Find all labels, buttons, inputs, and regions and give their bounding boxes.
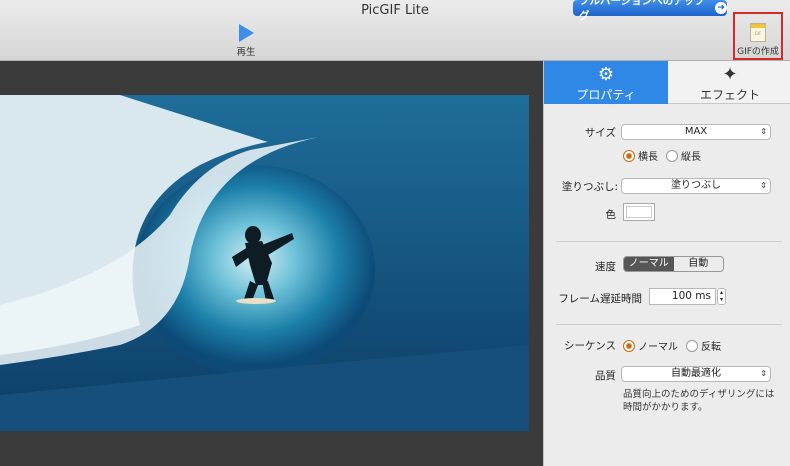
updown-chevron-icon: ⇕ [760, 181, 767, 190]
radio-selected-icon [623, 339, 635, 352]
speed-segmented-control: ノーマル 自動 [623, 256, 724, 272]
radio-selected-icon [623, 149, 635, 162]
preview-image [0, 95, 529, 431]
divider [556, 241, 782, 242]
fill-label: 塗りつぶし: [561, 181, 618, 193]
speed-auto-segment[interactable]: 自動 [674, 257, 724, 271]
updown-chevron-icon: ⇕ [760, 369, 767, 378]
divider [556, 324, 782, 325]
sequence-reverse-radio[interactable]: 反転 [686, 338, 721, 353]
surfer-wave-image [0, 95, 529, 431]
tab-effects[interactable]: ✦ エフェクト [668, 61, 790, 104]
make-gif-label: GIFの作成 [737, 47, 779, 57]
frame-delay-stepper[interactable]: ▴ ▾ [717, 288, 726, 305]
settings-panel: ⚙ プロパティ ✦ エフェクト サイズ MAX ⇕ 横長 縦長 塗りつぶし: 塗… [543, 61, 790, 466]
upgrade-label: フルバージョンへのアップグ [579, 0, 705, 22]
size-value: MAX [684, 126, 708, 137]
orientation-landscape-radio[interactable]: 横長 [623, 148, 658, 163]
sequence-normal-radio[interactable]: ノーマル [623, 338, 678, 353]
color-label: 色 [605, 209, 617, 221]
fill-select[interactable]: 塗りつぶし ⇕ [621, 178, 771, 194]
quality-label: 品質 [595, 370, 616, 382]
quality-value: 自動最適化 [671, 368, 721, 379]
sequence-label: シーケンス [564, 340, 616, 352]
size-select[interactable]: MAX ⇕ [621, 124, 771, 140]
quality-select[interactable]: 自動最適化 ⇕ [621, 366, 771, 382]
gif-file-icon: GIF [750, 23, 766, 42]
speed-normal-segment[interactable]: ノーマル [624, 257, 674, 271]
updown-chevron-icon: ⇕ [760, 127, 767, 136]
orientation-landscape-label: 横長 [638, 152, 658, 163]
play-label: 再生 [236, 47, 256, 58]
color-well[interactable] [623, 203, 655, 221]
size-label: サイズ [584, 127, 616, 139]
upgrade-button[interactable]: フルバージョンへのアップグ ➜ [573, 0, 727, 22]
frame-delay-label: フレーム遅延時間 [558, 293, 642, 305]
sequence-reverse-label: 反転 [701, 342, 721, 353]
tab-effects-label: エフェクト [699, 88, 760, 102]
radio-unselected-icon [686, 339, 698, 352]
orientation-portrait-radio[interactable]: 縦長 [666, 148, 701, 163]
speed-label: 速度 [595, 261, 616, 273]
dithering-note: 品質向上のためのディザリングには時間がかかります。 [623, 389, 775, 413]
preview-area [0, 61, 543, 466]
play-button[interactable]: 再生 [226, 24, 266, 58]
tab-properties-label: プロパティ [576, 88, 636, 102]
make-gif-button[interactable]: GIF GIFの作成 [733, 12, 783, 60]
toolbar: PicGIF Lite フルバージョンへのアップグ ➜ 再生 GIF GIFの作… [0, 0, 790, 61]
tab-bar: ⚙ プロパティ ✦ エフェクト [544, 61, 790, 104]
radio-unselected-icon [666, 149, 678, 162]
sequence-normal-label: ノーマル [638, 342, 678, 353]
fill-value: 塗りつぶし [670, 180, 722, 191]
tab-properties[interactable]: ⚙ プロパティ [544, 61, 668, 104]
orientation-portrait-label: 縦長 [681, 152, 701, 163]
color-swatch [626, 206, 652, 218]
arrow-right-icon: ➜ [715, 2, 727, 14]
magic-wand-icon: ✦ [722, 64, 738, 85]
play-icon [238, 24, 254, 42]
frame-delay-input[interactable]: 100 ms [649, 288, 716, 305]
gear-icon: ⚙ [597, 64, 615, 85]
